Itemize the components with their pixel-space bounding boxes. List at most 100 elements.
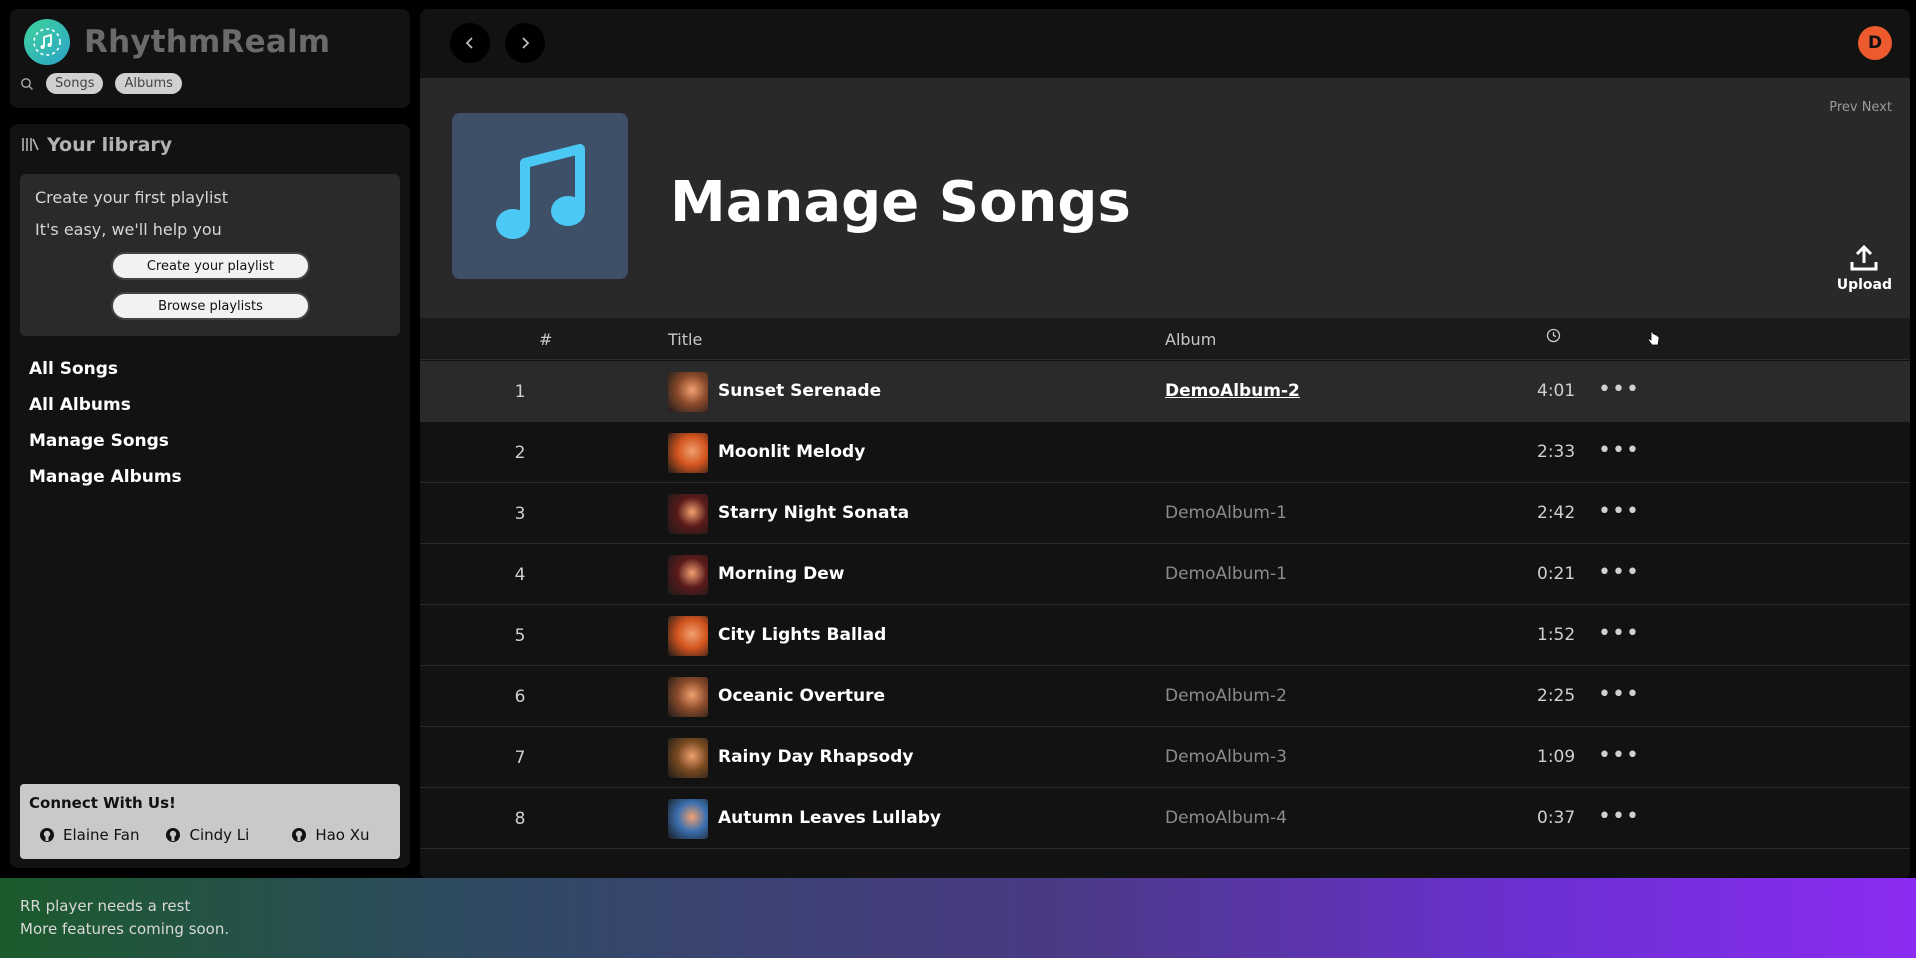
connect-box: Connect With Us! Elaine Fan Cindy Li Hao… xyxy=(20,784,400,859)
library-header: Your library xyxy=(21,134,172,156)
connect-name: Hao Xu xyxy=(315,826,370,844)
more-options-icon[interactable]: ••• xyxy=(1598,560,1640,585)
table-row[interactable]: 3 Starry Night Sonata DemoAlbum-1 2:42 ••• xyxy=(420,483,1910,544)
more-options-icon[interactable]: ••• xyxy=(1598,743,1640,768)
song-album-link[interactable]: DemoAlbum-2 xyxy=(1165,381,1300,401)
connect-link-hao[interactable]: Hao Xu xyxy=(291,826,370,844)
connect-link-cindy[interactable]: Cindy Li xyxy=(165,826,249,844)
sidebar-item-all-songs[interactable]: All Songs xyxy=(29,351,182,387)
connect-title: Connect With Us! xyxy=(29,794,176,812)
song-title[interactable]: Starry Night Sonata xyxy=(718,503,909,523)
song-duration: 1:52 xyxy=(1537,625,1576,645)
create-playlist-button[interactable]: Create your playlist xyxy=(111,252,310,280)
column-album: Album xyxy=(1165,330,1217,349)
song-thumbnail xyxy=(668,677,708,717)
search-pill-songs[interactable]: Songs xyxy=(46,73,104,94)
library-title: Your library xyxy=(47,134,173,156)
song-title[interactable]: Rainy Day Rhapsody xyxy=(718,747,913,767)
table-row[interactable]: 2 Moonlit Melody 2:33 ••• xyxy=(420,422,1910,483)
avatar[interactable]: D xyxy=(1858,26,1892,60)
row-number: 2 xyxy=(514,443,526,463)
library-card: Your library Create your first playlist … xyxy=(10,124,410,868)
song-duration: 0:21 xyxy=(1537,564,1576,584)
song-thumbnail xyxy=(668,799,708,839)
player-submessage: More features coming soon. xyxy=(20,920,230,938)
table-row[interactable]: 4 Morning Dew DemoAlbum-1 0:21 ••• xyxy=(420,544,1910,605)
logo[interactable]: RhythmRealm xyxy=(24,19,330,65)
pager-links[interactable]: Prev Next xyxy=(1829,100,1892,115)
row-number: 4 xyxy=(514,565,526,585)
chevron-left-icon xyxy=(465,37,473,49)
forward-button[interactable] xyxy=(505,23,545,63)
music-note-icon xyxy=(452,113,628,279)
song-title[interactable]: Morning Dew xyxy=(718,564,844,584)
player-message: RR player needs a rest xyxy=(20,897,191,915)
row-number: 1 xyxy=(514,382,526,402)
hand-cursor-icon xyxy=(1647,331,1661,351)
connect-name: Elaine Fan xyxy=(63,826,140,844)
search-icon[interactable] xyxy=(20,77,34,91)
table-row[interactable]: 8 Autumn Leaves Lullaby DemoAlbum-4 0:37 ••• xyxy=(420,788,1910,849)
column-title: Title xyxy=(668,330,703,349)
connect-name: Cindy Li xyxy=(189,826,250,844)
table-row[interactable]: 5 City Lights Ballad 1:52 ••• xyxy=(420,605,1910,666)
brand-name: RhythmRealm xyxy=(84,24,331,60)
song-album-link[interactable]: DemoAlbum-2 xyxy=(1165,686,1287,706)
song-duration: 2:33 xyxy=(1537,442,1576,462)
more-options-icon[interactable]: ••• xyxy=(1598,682,1640,707)
chevron-right-icon xyxy=(522,37,530,49)
search-row: Songs Albums xyxy=(20,73,182,94)
more-options-icon[interactable]: ••• xyxy=(1598,621,1640,646)
back-button[interactable] xyxy=(450,23,490,63)
row-number: 8 xyxy=(514,809,526,829)
table-row[interactable]: 6 Oceanic Overture DemoAlbum-2 2:25 ••• xyxy=(420,666,1910,727)
logo-icon xyxy=(24,19,70,65)
song-album-link[interactable]: DemoAlbum-4 xyxy=(1165,808,1287,828)
sidebar-item-manage-albums[interactable]: Manage Albums xyxy=(29,459,182,495)
upload-button[interactable]: Upload xyxy=(1837,243,1892,293)
song-title[interactable]: Autumn Leaves Lullaby xyxy=(718,808,941,828)
row-number: 6 xyxy=(514,687,526,707)
connect-link-elaine[interactable]: Elaine Fan xyxy=(39,826,139,844)
column-number: # xyxy=(539,330,553,349)
song-album-link[interactable]: DemoAlbum-1 xyxy=(1165,564,1287,584)
connect-links: Elaine Fan Cindy Li Hao Xu xyxy=(39,826,396,844)
table-row[interactable]: 7 Rainy Day Rhapsody DemoAlbum-3 1:09 ••• xyxy=(420,727,1910,788)
more-options-icon[interactable]: ••• xyxy=(1598,499,1640,524)
clock-icon xyxy=(1546,328,1561,347)
song-thumbnail xyxy=(668,616,708,656)
sidebar-item-manage-songs[interactable]: Manage Songs xyxy=(29,423,182,459)
table-header: # Title Album xyxy=(420,318,1910,360)
search-pill-albums[interactable]: Albums xyxy=(115,73,182,94)
sidebar-item-all-albums[interactable]: All Albums xyxy=(29,387,182,423)
upload-icon xyxy=(1850,244,1878,271)
song-thumbnail xyxy=(668,555,708,595)
more-options-icon[interactable]: ••• xyxy=(1598,438,1640,463)
song-album-link[interactable]: DemoAlbum-1 xyxy=(1165,503,1287,523)
github-icon xyxy=(292,828,307,842)
song-title[interactable]: City Lights Ballad xyxy=(718,625,886,645)
row-number: 5 xyxy=(514,626,526,646)
table-row[interactable]: 1 Sunset Serenade DemoAlbum-2 4:01 ••• xyxy=(420,361,1910,422)
song-duration: 1:09 xyxy=(1537,747,1576,767)
github-icon xyxy=(40,828,54,842)
row-number: 7 xyxy=(514,748,526,768)
song-duration: 4:01 xyxy=(1537,381,1576,401)
main-panel: D Manage Songs Prev Next Upload # Title … xyxy=(420,9,1910,879)
song-title[interactable]: Oceanic Overture xyxy=(718,686,885,706)
row-number: 3 xyxy=(514,504,526,524)
song-duration: 2:25 xyxy=(1537,686,1576,706)
song-thumbnail xyxy=(668,372,708,412)
song-album-link[interactable]: DemoAlbum-3 xyxy=(1165,747,1287,767)
more-options-icon[interactable]: ••• xyxy=(1598,377,1640,402)
browse-playlists-button[interactable]: Browse playlists xyxy=(111,292,310,320)
songs-table-body: 1 Sunset Serenade DemoAlbum-2 4:01 ••• 2 Moonl… xyxy=(420,361,1910,849)
brand-card: RhythmRealm Songs Albums xyxy=(10,9,410,108)
song-title[interactable]: Moonlit Melody xyxy=(718,442,865,462)
song-title[interactable]: Sunset Serenade xyxy=(718,381,881,401)
top-bar: D xyxy=(420,9,1910,78)
sidebar-nav: All Songs All Albums Manage Songs Manage… xyxy=(29,351,182,495)
more-options-icon[interactable]: ••• xyxy=(1598,804,1640,829)
song-thumbnail xyxy=(668,494,708,534)
create-playlist-box: Create your first playlist It's easy, we… xyxy=(20,174,400,336)
